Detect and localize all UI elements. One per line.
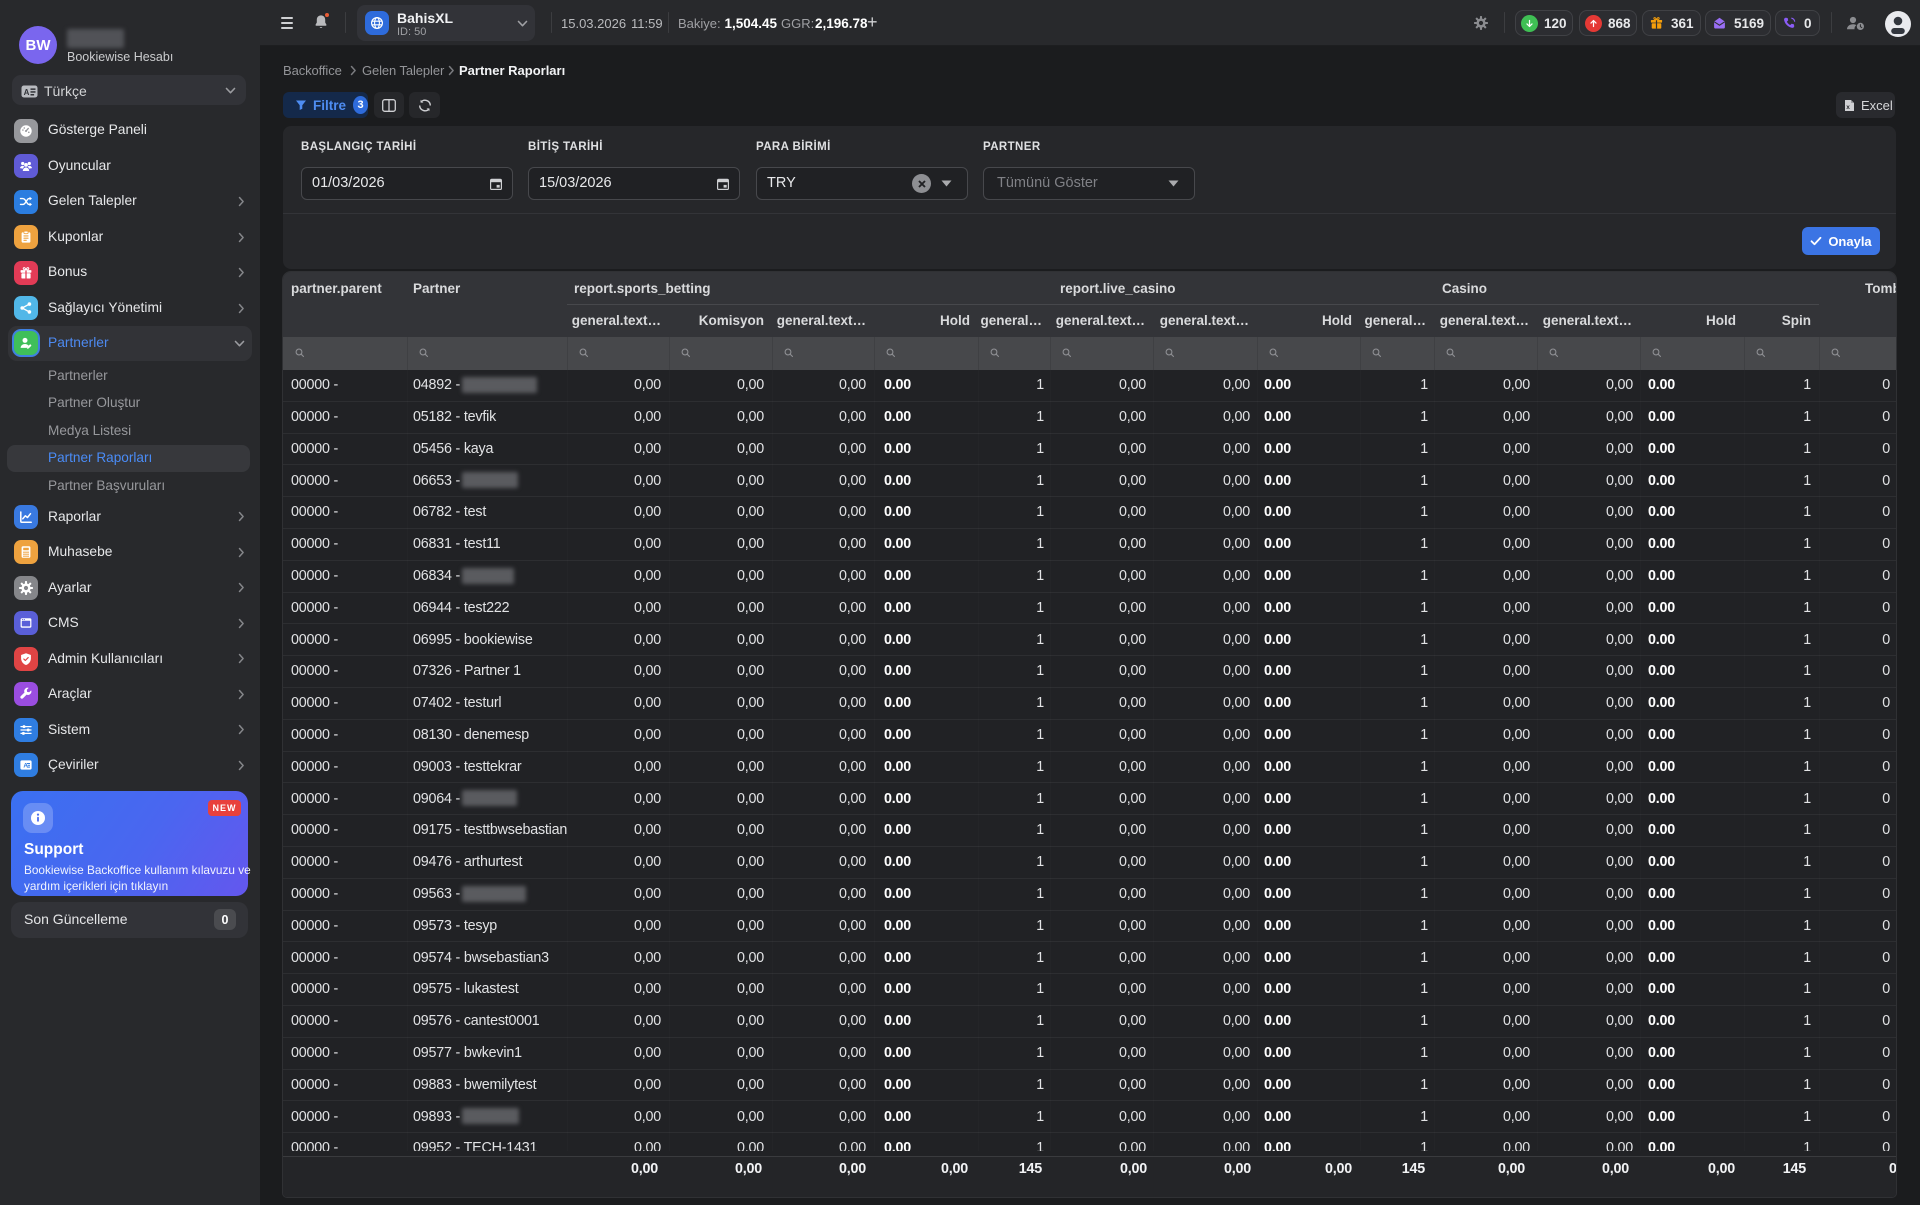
svg-text:A: A bbox=[24, 88, 30, 97]
svg-text:x: x bbox=[1846, 104, 1850, 111]
